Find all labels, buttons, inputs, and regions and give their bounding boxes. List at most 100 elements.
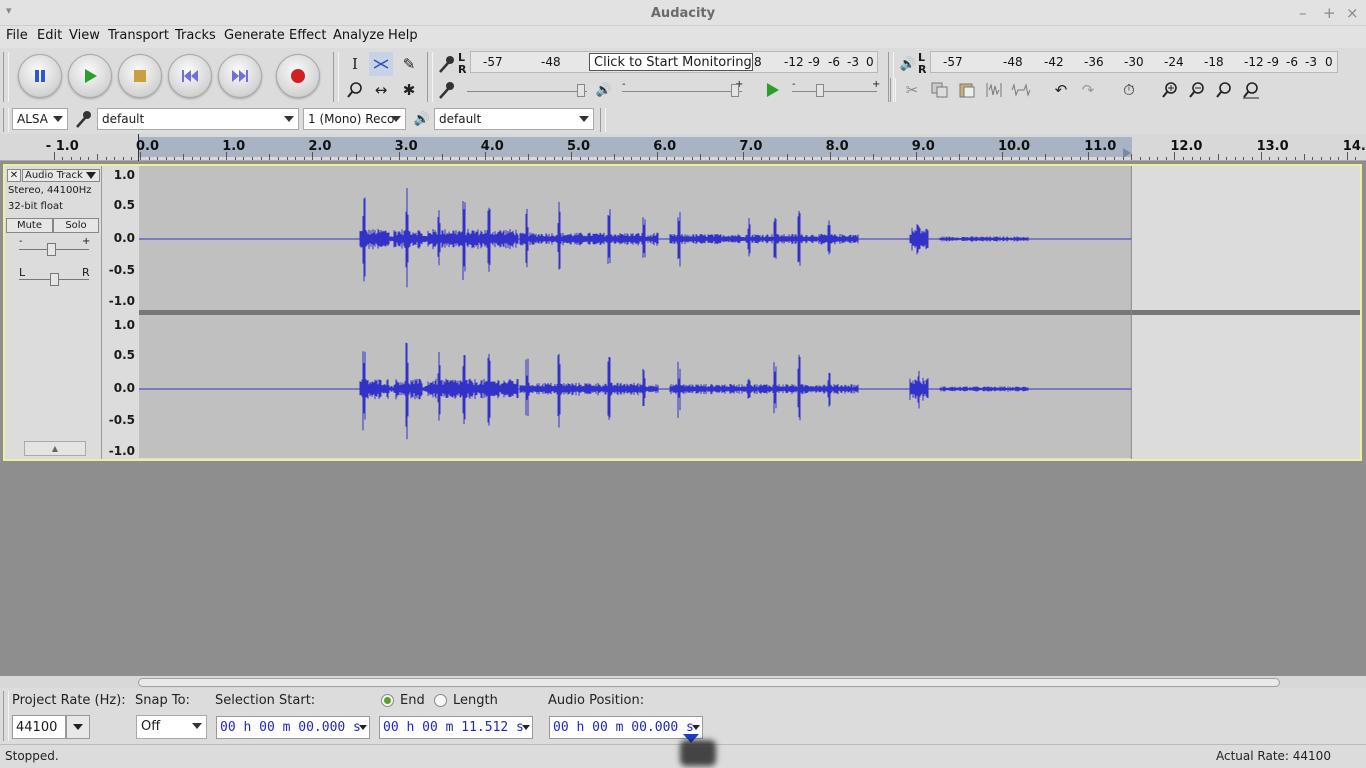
paste-icon[interactable] [955,78,979,102]
skip-to-end-button[interactable] [218,54,262,98]
toolbar-grip[interactable] [890,78,896,102]
multi-tool-icon[interactable]: ✱ [397,78,421,102]
ruler-tick [855,157,856,160]
selection-start-label: Selection Start: [215,693,315,708]
fit-project-icon[interactable] [1239,78,1263,102]
zoom-in-icon[interactable] [1158,78,1182,102]
menu-analyze[interactable]: Analyze [333,28,384,43]
amp-label-bottom: 1.0 [114,318,135,332]
selection-end-time[interactable]: 00 h 00 m 11.512 s [379,716,533,739]
track-name-menu[interactable]: Audio Track [22,169,100,182]
pan-left-label: L [19,266,25,279]
device-toolbar: ALSA default 1 (Mono) Reco 🔊 default [0,106,1366,134]
ruler-tick [735,157,736,160]
menu-tracks[interactable]: Tracks [175,28,216,43]
stop-button[interactable] [118,54,162,98]
time-shift-tool-icon[interactable]: ↔ [369,78,393,102]
length-radio[interactable] [434,694,447,707]
ruler-tick [1304,154,1305,160]
toolbar-grip[interactable] [3,108,9,132]
playback-meter[interactable]: -57 -48 -42 -36 -30 -24 -18 -12 -9 -6 -3… [930,51,1338,73]
chevron-down-icon [53,116,63,122]
envelope-tool-icon[interactable] [369,52,393,76]
play-button[interactable] [68,54,112,98]
selection-start-time[interactable]: 00 h 00 m 00.000 s [216,716,370,739]
horizontal-scrollbar[interactable] [0,676,1366,688]
ruler-tick [640,157,641,160]
redo-icon[interactable]: ↷ [1076,78,1100,102]
project-rate-input[interactable]: 44100 [12,715,66,739]
pan-slider[interactable] [50,273,59,286]
record-button[interactable] [276,54,320,98]
gain-slider[interactable] [47,243,56,256]
audio-track[interactable]: ✕ Audio Track Stereo, 44100Hz 32-bit flo… [3,164,1362,461]
ruler-tick [812,157,813,160]
playback-meter-speaker-icon[interactable]: 🔊 [896,52,920,76]
mute-button[interactable]: Mute [6,218,53,233]
scrollbar-thumb[interactable] [138,678,1280,687]
timeline-ruler[interactable]: - 1.00.01.02.03.04.05.06.07.08.09.010.01… [0,134,1366,161]
solo-button[interactable]: Solo [53,218,99,233]
ruler-tick [537,157,538,160]
recording-volume-slider[interactable] [577,84,585,97]
record-meter[interactable]: -57 -48 8 -12 -9 -6 -3 0 Click to Start … [470,51,878,73]
ruler-tick [312,152,313,160]
ruler-tick [183,154,184,160]
toolbar-grip[interactable] [333,52,339,102]
menu-transport[interactable]: Transport [108,28,169,43]
draw-tool-icon[interactable]: ✎ [397,52,421,76]
recording-device-select[interactable]: default [97,108,299,130]
recording-channels-select[interactable]: 1 (Mono) Reco [303,108,406,130]
playback-meter-tick: -6 [1286,55,1298,69]
copy-icon[interactable] [928,78,952,102]
ruler-tick [80,157,81,160]
minimize-button[interactable]: – [1299,4,1307,22]
toolbar-grip[interactable] [3,691,9,741]
fit-selection-icon[interactable] [1212,78,1236,102]
menu-view[interactable]: View [69,28,100,43]
zoom-tool-icon[interactable] [343,78,367,102]
maximize-button[interactable]: + [1323,4,1336,22]
ruler-tick [1166,157,1167,160]
zoom-out-icon[interactable] [1185,78,1209,102]
ruler-tick [442,154,443,160]
pause-button[interactable] [18,54,62,98]
menu-help[interactable]: Help [388,28,418,43]
silence-icon[interactable] [1009,78,1033,102]
audio-host-select[interactable]: ALSA [12,108,68,130]
undo-icon[interactable]: ↶ [1049,78,1073,102]
ruler-tick [511,157,512,160]
ruler-tick [769,157,770,160]
track-close-button[interactable]: ✕ [7,169,21,182]
project-rate-dropdown[interactable] [66,715,90,739]
menu-generate[interactable]: Generate [224,28,285,43]
cut-icon[interactable]: ✂ [900,78,924,102]
toolbar-grip[interactable] [3,52,9,102]
ruler-tick [356,154,357,160]
menu-effect[interactable]: Effect [289,28,326,43]
play-at-speed-button[interactable] [760,78,784,102]
sync-lock-icon[interactable]: ⏱ [1117,78,1141,102]
trim-icon[interactable] [982,78,1006,102]
record-meter-mic-icon[interactable] [435,52,459,76]
playback-volume-slider[interactable] [731,84,739,97]
collapse-track-button[interactable]: ▲ [24,441,86,456]
selection-tool-icon[interactable]: I [343,52,367,76]
toolbar-grip[interactable] [427,52,433,102]
close-window-button[interactable]: × [1346,4,1359,22]
menu-file[interactable]: File [6,28,28,43]
play-speed-slider[interactable] [816,84,824,97]
end-radio[interactable] [381,694,394,707]
playback-device-select[interactable]: default [434,108,594,130]
menu-edit[interactable]: Edit [37,28,62,43]
ruler-tick [140,152,141,160]
skip-to-start-button[interactable] [168,54,212,98]
snap-to-select[interactable]: Off [136,715,207,739]
audio-position-time[interactable]: 00 h 00 m 00.000 s [549,716,703,739]
monitor-tooltip[interactable]: Click to Start Monitoring [589,53,753,71]
ruler-tick [1002,152,1003,160]
waveform-display[interactable] [139,166,1360,459]
toolbar-grip[interactable] [600,108,606,132]
ruler-tick [761,157,762,160]
amplitude-ruler[interactable]: 1.0 0.5 0.0 -0.5 -1.0 1.0 0.5 0.0 -0.5 -… [102,166,139,459]
